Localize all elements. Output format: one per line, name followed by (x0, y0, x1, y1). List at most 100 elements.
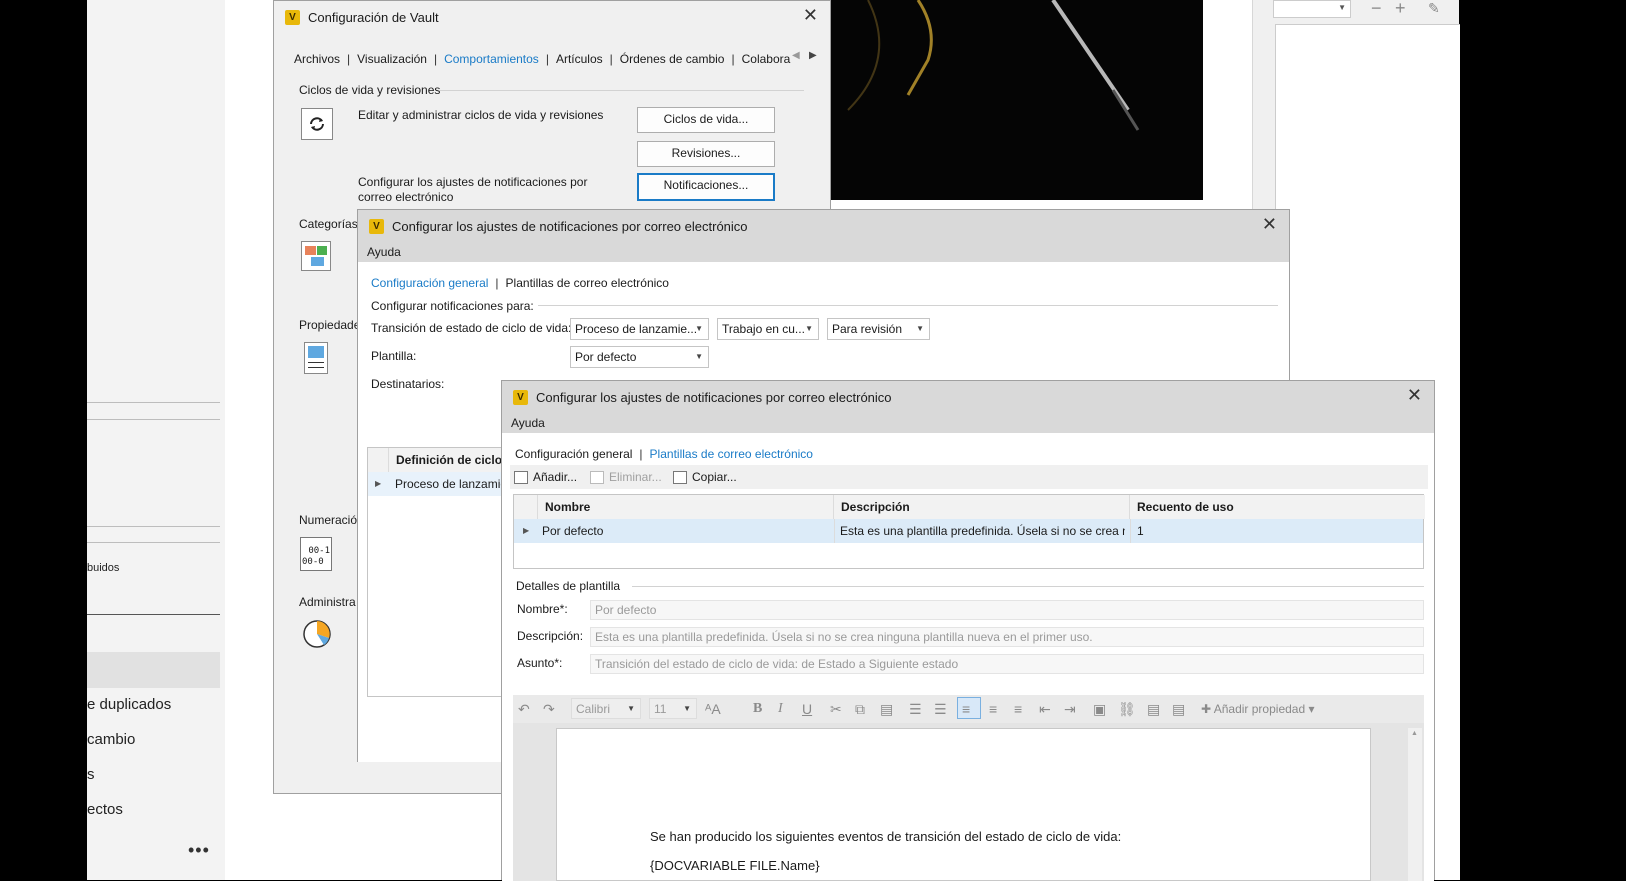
tab-behaviors[interactable]: Comportamientos (444, 52, 539, 66)
combo-value: Proceso de lanzamie... (575, 322, 698, 336)
description-field[interactable]: Esta es una plantilla predefinida. Úsela… (590, 627, 1424, 647)
tab-email-templates[interactable]: Plantillas de correo electrónico (650, 447, 813, 461)
add-label: Añadir... (533, 470, 578, 484)
templates-toolbar: Añadir... Eliminar... Copiar... (510, 465, 1428, 489)
numbered-list-icon[interactable]: ☰ (934, 701, 947, 718)
indent-increase-icon[interactable]: ⇥ (1064, 701, 1076, 718)
expand-icon[interactable]: ▶ (523, 519, 529, 543)
notifications-button[interactable]: Notificaciones... (637, 173, 775, 201)
editor-scrollbar[interactable]: ▲ (1408, 728, 1422, 881)
template-combo[interactable]: Por defecto ▼ (570, 346, 709, 368)
copy-template-button[interactable]: Copiar... (673, 470, 737, 484)
header-icon[interactable]: ▤ (1147, 701, 1160, 718)
column-header-name[interactable]: Nombre (538, 495, 834, 519)
email-body-editor[interactable]: Se han producido los siguientes eventos … (556, 728, 1371, 881)
lifecycle-refresh-icon (301, 108, 333, 140)
tab-general-settings[interactable]: Configuración general (371, 276, 488, 290)
section-lifecycle-title: Ciclos de vida y revisiones (299, 83, 441, 97)
font-size-combo[interactable]: 11 ▼ (649, 698, 697, 719)
align-center-icon[interactable]: ≡ (989, 701, 997, 717)
cell-usage-count: 1 (1137, 524, 1144, 538)
column-header-description[interactable]: Descripción (834, 495, 1130, 519)
chevron-down-icon: ▼ (627, 704, 635, 713)
name-field[interactable]: Por defecto (590, 600, 1424, 620)
paste-icon[interactable]: ▤ (880, 701, 893, 718)
copy-icon[interactable]: ⧉ (855, 701, 865, 718)
lifecycle-process-combo[interactable]: Proceso de lanzamie... ▼ (570, 318, 709, 340)
combo-value: Calibri (576, 702, 611, 716)
add-template-button[interactable]: Añadir... (514, 470, 577, 484)
nav-item-change[interactable]: cambio (87, 731, 135, 748)
tab-files[interactable]: Archivos (294, 52, 340, 66)
nav-item-attributes[interactable]: buidos (87, 562, 119, 574)
numbering-icon: 00-1 00-0 (300, 537, 332, 571)
menubar: Ayuda (358, 242, 1289, 262)
zoom-combo[interactable]: ▼ (1273, 0, 1351, 18)
divider (87, 526, 220, 527)
cell-description: Esta es una plantilla predefinida. Úsela… (840, 524, 1125, 538)
bold-icon[interactable]: B (753, 701, 762, 717)
vault-logo-icon: V (285, 9, 300, 25)
close-icon[interactable]: ✕ (803, 5, 818, 26)
section-properties-title: Propiedade (299, 318, 361, 332)
bullet-list-icon[interactable]: ☰ (909, 701, 922, 718)
combo-value: Trabajo en cu... (722, 322, 805, 336)
pencil-icon[interactable]: ✎ (1428, 0, 1440, 17)
close-icon[interactable]: ✕ (1262, 214, 1277, 235)
divider (87, 419, 220, 420)
tab-collaborate[interactable]: Colabora (742, 52, 791, 66)
delete-template-button[interactable]: Eliminar... (590, 470, 662, 484)
tab-scroll-left-icon[interactable]: ◀ (792, 50, 800, 61)
table-row[interactable]: ▶ Por defecto Esta es una plantilla pred… (514, 519, 1423, 543)
divider (632, 586, 1424, 587)
italic-icon[interactable]: I (778, 701, 783, 717)
expand-icon[interactable]: ▶ (375, 472, 381, 496)
menu-help[interactable]: Ayuda (367, 245, 401, 259)
close-icon[interactable]: ✕ (1407, 385, 1422, 406)
redo-icon[interactable]: ↷ (543, 701, 555, 718)
underline-icon[interactable]: U (802, 701, 812, 717)
cut-icon[interactable]: ✂ (830, 701, 842, 718)
minus-icon[interactable]: − (1371, 0, 1382, 19)
plus-icon[interactable]: + (1395, 0, 1406, 19)
tab-general-settings[interactable]: Configuración general (515, 447, 632, 461)
combo-value: Por defecto (575, 350, 637, 364)
tab-change-orders[interactable]: Órdenes de cambio (620, 52, 725, 66)
align-right-icon[interactable]: ≡ (1014, 701, 1022, 717)
revisions-button[interactable]: Revisiones... (637, 141, 775, 167)
add-property-button[interactable]: ✚ Añadir propiedad ▾ (1201, 702, 1315, 716)
text-size-icon[interactable]: ᴬA (705, 701, 721, 717)
cell-divider (1130, 519, 1131, 543)
lifecycles-button[interactable]: Ciclos de vida... (637, 107, 775, 133)
indent-decrease-icon[interactable]: ⇤ (1039, 701, 1051, 718)
image-icon[interactable]: ▣ (1093, 701, 1106, 718)
nav-item-projects[interactable]: ectos (87, 801, 123, 818)
font-family-combo[interactable]: Calibri ▼ (571, 698, 641, 719)
chevron-down-icon: ▼ (695, 352, 703, 361)
link-icon[interactable]: ⛓ (1118, 701, 1136, 718)
grid-header-spacer (368, 448, 389, 472)
section-divider (439, 90, 804, 91)
tab-scroll-right-icon[interactable]: ▶ (809, 50, 817, 61)
from-state-combo[interactable]: Trabajo en cu... ▼ (717, 318, 819, 340)
tab-items[interactable]: Artículos (556, 52, 603, 66)
tab-email-templates[interactable]: Plantillas de correo electrónico (506, 276, 669, 290)
nav-item-duplicates[interactable]: e duplicados (87, 696, 171, 713)
vault-logo-icon: V (513, 389, 528, 405)
nav-item-s[interactable]: s (87, 766, 95, 783)
footer-icon[interactable]: ▤ (1172, 701, 1185, 718)
scroll-up-icon[interactable]: ▲ (1411, 730, 1418, 737)
divider (87, 614, 220, 615)
tab-display[interactable]: Visualización (357, 52, 427, 66)
undo-icon[interactable]: ↶ (518, 701, 530, 718)
nav-item-selected[interactable] (87, 652, 220, 688)
more-options-icon[interactable]: ••• (188, 840, 210, 861)
align-left-icon[interactable]: ≡ (957, 697, 981, 719)
to-state-combo[interactable]: Para revisión ▼ (827, 318, 930, 340)
column-header-usage-count[interactable]: Recuento de uso (1130, 495, 1425, 519)
subject-field[interactable]: Transición del estado de ciclo de vida: … (590, 654, 1424, 674)
body-line-1: Se han producido los siguientes eventos … (650, 829, 1122, 844)
name-label: Nombre*: (517, 602, 568, 616)
dialog-title: Configurar los ajustes de notificaciones… (536, 389, 892, 405)
menu-help[interactable]: Ayuda (511, 416, 545, 430)
